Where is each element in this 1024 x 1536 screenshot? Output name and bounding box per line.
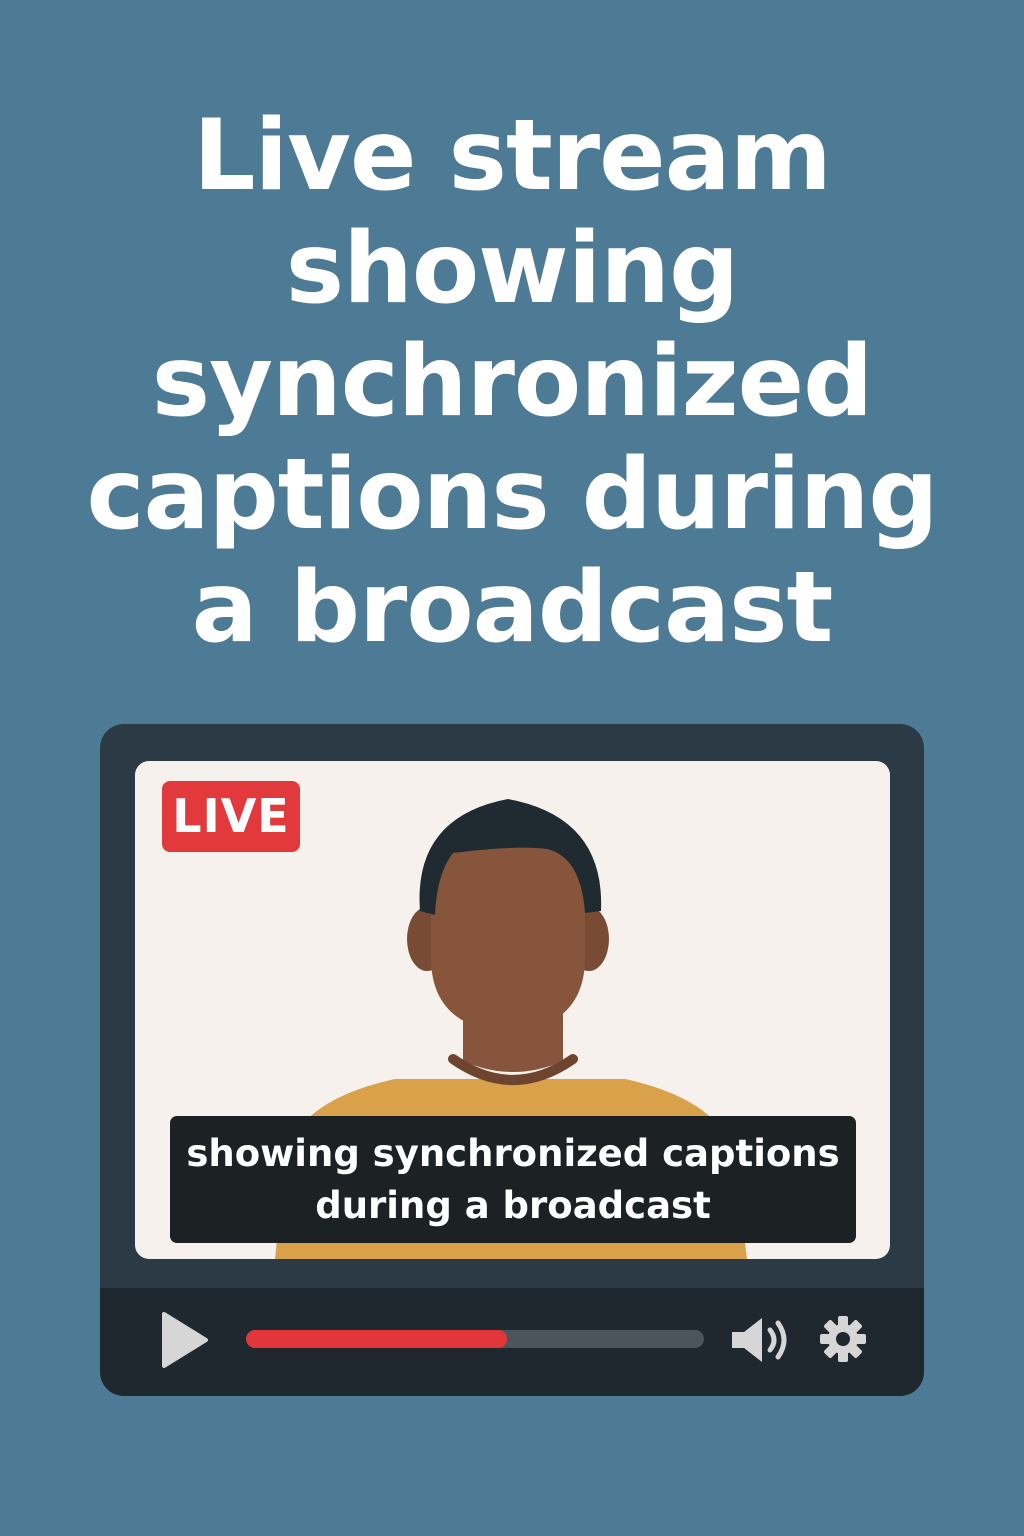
controls-bar [100, 1288, 924, 1396]
caption-box: showing synchronized captions during a b… [170, 1116, 856, 1243]
volume-icon [732, 1318, 787, 1362]
play-button[interactable] [158, 1310, 212, 1370]
headline-line-1: Live stream [193, 99, 832, 213]
video-screen[interactable]: LIVE showing synchronized captions durin… [135, 761, 890, 1259]
video-player: LIVE showing synchronized captions durin… [100, 724, 924, 1396]
gear-icon [820, 1316, 866, 1362]
progress-bar[interactable] [246, 1330, 704, 1348]
play-icon [162, 1312, 208, 1368]
headline-line-4: captions during [86, 438, 938, 552]
page-headline: Live stream showing synchronized caption… [60, 100, 964, 665]
volume-button[interactable] [728, 1314, 790, 1366]
headline-line-5: a broadcast [191, 551, 834, 665]
caption-line-2: during a broadcast [315, 1183, 711, 1227]
live-badge: LIVE [162, 781, 300, 852]
progress-fill [246, 1330, 508, 1348]
caption-line-1: showing synchronized captions [186, 1131, 840, 1175]
headline-line-2: showing [285, 212, 739, 326]
settings-button[interactable] [818, 1314, 868, 1364]
headline-line-3: synchronized [151, 325, 874, 439]
